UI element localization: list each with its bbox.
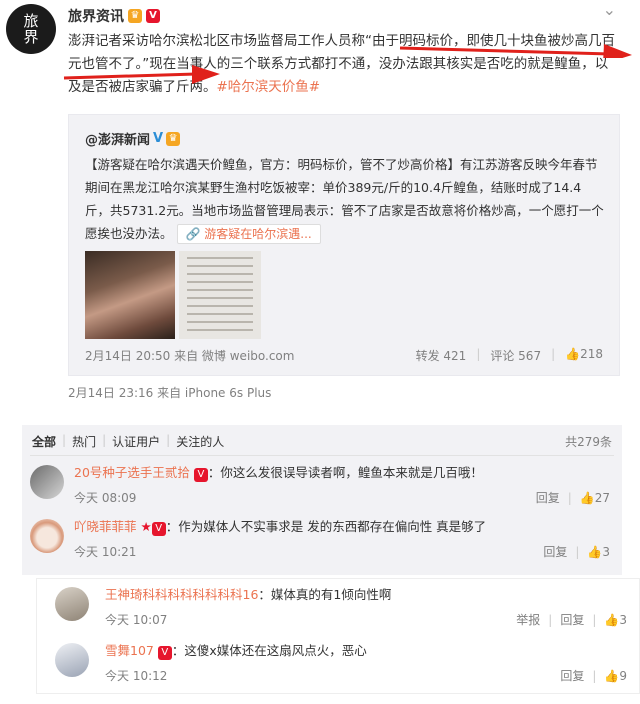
comment-body: 王神琦科科科科科科科科16：媒体真的有1倾向性啊 bbox=[105, 585, 391, 605]
tab-following[interactable]: 关注的人 bbox=[176, 433, 224, 450]
like-count: 9 bbox=[619, 668, 627, 683]
author-name[interactable]: 旅界资讯 bbox=[68, 6, 124, 26]
comments-subpanel: 王神琦科科科科科科科科16：媒体真的有1倾向性啊 今天 10:07 举报 | 回… bbox=[36, 578, 640, 694]
post-time[interactable]: 2月14日 23:16 来自 iPhone 6s Plus bbox=[68, 384, 271, 401]
comment-count: 共279条 bbox=[565, 435, 612, 449]
thumbs-up-icon: 👍 bbox=[604, 668, 620, 683]
tab-verified[interactable]: 认证用户 bbox=[112, 433, 160, 450]
quote-author[interactable]: @澎湃新闻 V ♛ bbox=[85, 129, 181, 148]
quote-text: 【游客疑在哈尔滨遇天价鳇鱼，官方：明码标价，管不了炒高价格】有江苏游客反映今年春… bbox=[85, 153, 605, 245]
reply-button[interactable]: 回复 bbox=[560, 611, 584, 628]
comment-time: 今天 08:09 bbox=[74, 491, 137, 505]
article-link[interactable]: 🔗 游客疑在哈尔滨遇... bbox=[176, 224, 321, 244]
comment-item: 20号种子选手王贰拾 V ：你这么发很误导读者啊，鳇鱼本来就是几百哦！ 今天 08… bbox=[22, 461, 622, 517]
comment-time: 今天 10:21 bbox=[74, 545, 137, 559]
comment-actions: 回复 | 👍27 bbox=[535, 489, 610, 506]
commenter-name[interactable]: 20号种子选手王贰拾 bbox=[74, 465, 190, 480]
thumbs-up-icon: 👍 bbox=[604, 612, 620, 627]
author-avatar[interactable]: 旅 界 bbox=[6, 4, 56, 54]
commenter-name[interactable]: 雪舞107 bbox=[105, 643, 154, 658]
comment-body: 雪舞107 V ：这傻x媒体还在这扇风点火，恶心 bbox=[105, 641, 367, 661]
member-badge-icon: V bbox=[157, 646, 172, 660]
avatar-char-1: 旅 bbox=[23, 12, 39, 30]
member-badge-icon: V bbox=[193, 468, 208, 482]
like-button[interactable]: 👍27 bbox=[580, 491, 610, 505]
weibo-post-card: 旅 界 旅界资讯 ♛ V ⌄ 澎湃记者采访哈尔滨松北区市场监督局工作人员称“由于… bbox=[0, 0, 640, 412]
quote-footer: 2月14日 20:50 来自 微博 weibo.com 转发 421 | 评论 … bbox=[85, 347, 603, 364]
reply-button[interactable]: 回复 bbox=[560, 667, 584, 684]
comment-button[interactable]: 评论 567 bbox=[490, 347, 541, 364]
like-button[interactable]: 👍3 bbox=[587, 545, 610, 559]
comment-time: 今天 10:12 bbox=[105, 669, 168, 683]
comment-text: ：作为媒体人不实事求是 发的东西都存在偏向性 真是够了 bbox=[165, 519, 487, 534]
comment-actions: 举报 | 回复 | 👍3 bbox=[516, 611, 627, 628]
member-badge-icon: V bbox=[151, 522, 166, 536]
comment-text: ：你这么发很误导读者啊，鳇鱼本来就是几百哦！ bbox=[207, 465, 483, 480]
avatar-char-2: 界 bbox=[23, 28, 39, 46]
annotation-arrow-2 bbox=[63, 65, 220, 84]
comment-tabs: 全部 | 热门 | 认证用户 | 关注的人 bbox=[32, 433, 225, 450]
tab-hot[interactable]: 热门 bbox=[72, 433, 96, 450]
comment-item: 王神琦科科科科科科科科16：媒体真的有1倾向性啊 今天 10:07 举报 | 回… bbox=[37, 583, 639, 641]
article-link-label: 游客疑在哈尔滨遇... bbox=[204, 227, 312, 241]
comment-time: 今天 10:07 bbox=[105, 613, 168, 627]
comment-item: 雪舞107 V ：这傻x媒体还在这扇风点火，恶心 今天 10:12 回复 | 👍9 bbox=[37, 639, 639, 697]
quote-author-name[interactable]: @澎湃新闻 bbox=[85, 129, 150, 148]
commenter-name[interactable]: 吖晓菲菲菲 bbox=[74, 519, 137, 534]
reply-button[interactable]: 回复 bbox=[543, 543, 567, 560]
avatar[interactable] bbox=[30, 465, 64, 499]
quote-image-receipt[interactable] bbox=[179, 251, 261, 339]
report-button[interactable]: 举报 bbox=[516, 611, 540, 628]
comments-panel: 全部 | 热门 | 认证用户 | 关注的人 共279条 20号种子选手王贰拾 V… bbox=[22, 425, 622, 575]
verified-icon: V bbox=[153, 131, 164, 146]
repost-button[interactable]: 转发 421 bbox=[416, 347, 467, 364]
vip-badge-icon: ♛ bbox=[166, 131, 181, 146]
quote-image-fish[interactable] bbox=[85, 251, 175, 339]
avatar[interactable] bbox=[55, 643, 89, 677]
quote-time[interactable]: 2月14日 20:50 来自 微博 weibo.com bbox=[85, 349, 294, 363]
post-author[interactable]: 旅界资讯 ♛ V bbox=[68, 6, 160, 26]
commenter-name[interactable]: 王神琦科科科科科科科科16 bbox=[105, 587, 258, 602]
tab-all[interactable]: 全部 bbox=[32, 433, 56, 450]
comment-item: 吖晓菲菲菲 ★ V ：作为媒体人不实事求是 发的东西都存在偏向性 真是够了 今天 1… bbox=[22, 515, 622, 571]
hashtag-link[interactable]: #哈尔滨天价鱼# bbox=[217, 79, 321, 95]
member-badge-icon: V bbox=[146, 9, 160, 23]
avatar[interactable] bbox=[30, 519, 64, 553]
reposted-post[interactable]: @澎湃新闻 V ♛ 【游客疑在哈尔滨遇天价鳇鱼，官方：明码标价，管不了炒高价格】… bbox=[68, 114, 620, 376]
comment-body: 20号种子选手王贰拾 V ：你这么发很误导读者啊，鳇鱼本来就是几百哦！ bbox=[74, 463, 483, 483]
like-button[interactable]: 👍3 bbox=[604, 613, 627, 627]
reply-button[interactable]: 回复 bbox=[536, 489, 560, 506]
vip-badge-icon: ♛ bbox=[128, 9, 142, 23]
comment-actions: 回复 | 👍9 bbox=[560, 667, 627, 684]
like-button[interactable]: 👍218 bbox=[565, 347, 603, 364]
thumbs-up-icon: 👍 bbox=[579, 490, 595, 505]
chevron-down-icon[interactable]: ⌄ bbox=[603, 0, 616, 19]
avatar[interactable] bbox=[55, 587, 89, 621]
like-count: 218 bbox=[580, 347, 603, 361]
comment-text: ：这傻x媒体还在这扇风点火，恶心 bbox=[171, 643, 367, 658]
link-icon: 🔗 bbox=[185, 227, 205, 241]
like-count: 27 bbox=[594, 490, 610, 505]
comment-text: ：媒体真的有1倾向性啊 bbox=[258, 587, 392, 602]
thumbs-up-icon: 👍 bbox=[587, 544, 603, 559]
quote-body-text: 【游客疑在哈尔滨遇天价鳇鱼，官方：明码标价，管不了炒高价格】有江苏游客反映今年春… bbox=[85, 157, 604, 241]
like-button[interactable]: 👍9 bbox=[604, 669, 627, 683]
comment-actions: 回复 | 👍3 bbox=[543, 543, 610, 560]
comment-body: 吖晓菲菲菲 ★ V ：作为媒体人不实事求是 发的东西都存在偏向性 真是够了 bbox=[74, 517, 486, 537]
like-count: 3 bbox=[602, 544, 610, 559]
star-icon: ★ bbox=[140, 519, 152, 534]
like-count: 3 bbox=[619, 612, 627, 627]
thumbs-up-icon: 👍 bbox=[565, 347, 581, 361]
annotation-arrow-1 bbox=[399, 44, 632, 58]
